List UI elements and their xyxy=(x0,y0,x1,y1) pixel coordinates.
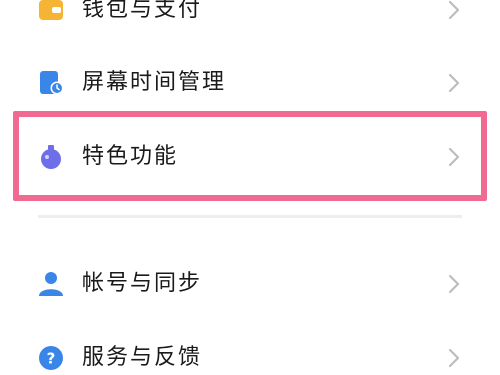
screen-time-icon xyxy=(38,70,64,96)
settings-screen: 钱包与支付 屏幕时间管理 特色功能 帐号与同步 ? 服务与反馈 xyxy=(0,0,500,375)
settings-item-screen-time[interactable]: 屏幕时间管理 xyxy=(0,53,500,113)
chevron-right-icon xyxy=(447,347,461,369)
settings-item-label: 钱包与支付 xyxy=(82,0,203,22)
wallet-icon xyxy=(38,0,64,23)
settings-item-account-sync[interactable]: 帐号与同步 xyxy=(0,254,500,314)
chevron-right-icon xyxy=(447,0,461,21)
settings-item-wallet[interactable]: 钱包与支付 xyxy=(0,0,500,40)
settings-item-service-feedback[interactable]: ? 服务与反馈 xyxy=(0,328,500,375)
highlight-annotation-box xyxy=(13,111,487,201)
settings-item-label: 屏幕时间管理 xyxy=(82,70,227,95)
chevron-right-icon xyxy=(447,273,461,295)
chevron-right-icon xyxy=(447,72,461,94)
help-icon: ? xyxy=(38,345,64,371)
settings-item-label: 服务与反馈 xyxy=(82,345,203,370)
svg-text:?: ? xyxy=(47,350,56,368)
account-icon xyxy=(38,271,64,297)
section-divider xyxy=(38,215,462,218)
settings-item-label: 帐号与同步 xyxy=(82,271,203,296)
